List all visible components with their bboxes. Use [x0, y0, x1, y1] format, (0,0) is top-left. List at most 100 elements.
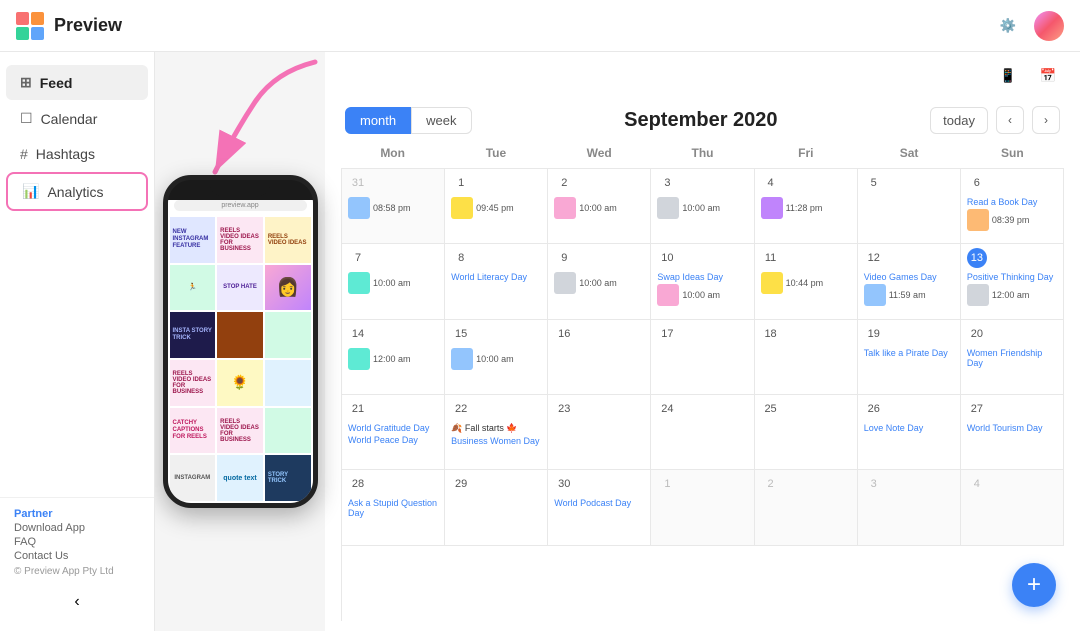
month-view-button[interactable]: month	[345, 107, 411, 134]
calendar-event: Positive Thinking Day	[967, 272, 1057, 282]
sidebar-collapse-button[interactable]: ‹	[0, 585, 154, 619]
footer-faq-link[interactable]: FAQ	[14, 536, 140, 548]
today-button[interactable]: today	[930, 107, 988, 134]
calendar-cell[interactable]: 22🍂 Fall starts 🍁Business Women Day	[445, 395, 548, 470]
calendar-event: 10:00 am	[554, 272, 644, 294]
calendar-toolbar: month week September 2020 today ‹ ›	[325, 92, 1080, 142]
phone-cell: REELS VIDEO IDEAS FOR BUSINESS	[217, 217, 263, 263]
calendar-cell[interactable]: 24	[651, 395, 754, 470]
add-fab-button[interactable]: +	[1012, 563, 1056, 607]
calendar-cell[interactable]: 1510:00 am	[445, 320, 548, 395]
calendar-icon: ☐	[20, 110, 33, 127]
calendar-event: Video Games Day	[864, 272, 954, 282]
calendar-cell[interactable]: 5	[858, 169, 961, 244]
day-name-wed: Wed	[548, 142, 651, 164]
phone-cell: STORY TRICK	[265, 455, 311, 501]
calendar-event: 09:45 pm	[451, 197, 541, 219]
calendar-cell[interactable]: 310:00 am	[651, 169, 754, 244]
calendar-cell[interactable]: 3108:58 pm	[342, 169, 445, 244]
phone-cell: REELS VIDEO IDEAS FOR BUSINESS	[170, 360, 216, 406]
calendar-cell[interactable]: 411:28 pm	[755, 169, 858, 244]
sidebar-item-calendar[interactable]: ☐ Calendar	[6, 101, 148, 136]
calendar-cell[interactable]: 109:45 pm	[445, 169, 548, 244]
calendar-cell[interactable]: 2	[755, 470, 858, 545]
calendar-body: 3108:58 pm109:45 pm210:00 am310:00 am411…	[341, 168, 1064, 621]
calendar-cell[interactable]: 10Swap Ideas Day10:00 am	[651, 244, 754, 319]
calendar-cell[interactable]: 21World Gratitude DayWorld Peace Day	[342, 395, 445, 470]
calendar-cell[interactable]: 1	[651, 470, 754, 545]
calendar-cell[interactable]: 30World Podcast Day	[548, 470, 651, 545]
footer-download-link[interactable]: Download App	[14, 522, 140, 534]
calendar-event: 12:00 am	[967, 284, 1057, 306]
next-month-button[interactable]: ›	[1032, 106, 1060, 134]
calendar-top-icons: 📱 📅	[992, 60, 1064, 92]
calendar-view-button[interactable]: 📅	[1032, 60, 1064, 92]
calendar-event: World Podcast Day	[554, 498, 644, 508]
sidebar-item-analytics[interactable]: 📊 Analytics	[6, 172, 148, 211]
avatar[interactable]	[1034, 11, 1064, 41]
calendar-cell[interactable]: 13Positive Thinking Day12:00 am	[961, 244, 1064, 319]
week-view-button[interactable]: week	[411, 107, 471, 134]
calendar-event: 12:00 am	[348, 348, 438, 370]
settings-button[interactable]: ⚙️	[992, 10, 1024, 42]
sidebar-label-feed: Feed	[40, 75, 73, 91]
calendar-cell[interactable]: 27World Tourism Day	[961, 395, 1064, 470]
header-right: ⚙️	[992, 10, 1064, 42]
day-name-sun: Sun	[961, 142, 1064, 164]
prev-month-button[interactable]: ‹	[996, 106, 1024, 134]
calendar-cell[interactable]: 210:00 am	[548, 169, 651, 244]
sidebar-footer: Partner Download App FAQ Contact Us © Pr…	[0, 497, 154, 585]
calendar-cell[interactable]: 26Love Note Day	[858, 395, 961, 470]
calendar-cell[interactable]: 16	[548, 320, 651, 395]
footer-partner-link[interactable]: Partner	[14, 508, 140, 520]
calendar-cell[interactable]: 8World Literacy Day	[445, 244, 548, 319]
calendar-cell[interactable]: 6Read a Book Day08:39 pm	[961, 169, 1064, 244]
day-name-fri: Fri	[754, 142, 857, 164]
calendar-cell[interactable]: 19Talk like a Pirate Day	[858, 320, 961, 395]
phone-notch	[210, 180, 270, 196]
calendar-cell[interactable]: 12Video Games Day11:59 am	[858, 244, 961, 319]
calendar-event: 10:44 pm	[761, 272, 851, 294]
calendar-cell[interactable]: 18	[755, 320, 858, 395]
calendar-event: 10:00 am	[451, 348, 541, 370]
phone-screen: preview.app NEW INSTAGRAM FEATURE REELS …	[168, 200, 313, 503]
app-header: Preview ⚙️	[0, 0, 1080, 52]
phone-cell	[265, 408, 311, 454]
calendar-nav: today ‹ ›	[930, 106, 1060, 134]
calendar-cell[interactable]: 910:00 am	[548, 244, 651, 319]
calendar-event: Women Friendship Day	[967, 348, 1057, 368]
calendar-cell[interactable]: 710:00 am	[342, 244, 445, 319]
phone-cell: REELS VIDEO IDEAS FOR BUSINESS	[217, 408, 263, 454]
calendar-event: 🍂 Fall starts 🍁	[451, 423, 541, 434]
calendar-cell[interactable]: 25	[755, 395, 858, 470]
main-layout: ⊞ Feed ☐ Calendar # Hashtags 📊 Analytics…	[0, 52, 1080, 631]
calendar-cell[interactable]: 17	[651, 320, 754, 395]
phone-cell: REELS VIDEO IDEAS	[265, 217, 311, 263]
calendar-cell[interactable]: 1412:00 am	[342, 320, 445, 395]
calendar-cell[interactable]: 4	[961, 470, 1064, 545]
phone-panel: preview.app NEW INSTAGRAM FEATURE REELS …	[155, 52, 325, 631]
calendar-top-bar: 📱 📅	[325, 52, 1080, 92]
sidebar-item-feed[interactable]: ⊞ Feed	[6, 65, 148, 100]
calendar-day-headers: Mon Tue Wed Thu Fri Sat Sun	[341, 142, 1064, 164]
phone-cell	[265, 360, 311, 406]
sidebar-label-calendar: Calendar	[41, 111, 98, 127]
calendar-event: Ask a Stupid Question Day	[348, 498, 438, 518]
sidebar-item-hashtags[interactable]: # Hashtags	[6, 137, 148, 171]
phone-cell: 🏃	[170, 265, 216, 311]
calendar-cell[interactable]: 23	[548, 395, 651, 470]
phone-cell	[217, 312, 263, 358]
calendar-cell[interactable]: 3	[858, 470, 961, 545]
footer-contact-link[interactable]: Contact Us	[14, 550, 140, 562]
feed-icon: ⊞	[20, 74, 32, 91]
content-area: preview.app NEW INSTAGRAM FEATURE REELS …	[155, 52, 1080, 631]
calendar-event: 10:00 am	[554, 197, 644, 219]
calendar-cell[interactable]: 28Ask a Stupid Question Day	[342, 470, 445, 545]
calendar-cell[interactable]: 1110:44 pm	[755, 244, 858, 319]
calendar-cell[interactable]: 29	[445, 470, 548, 545]
phone-view-button[interactable]: 📱	[992, 60, 1024, 92]
calendar-event: 10:00 am	[348, 272, 438, 294]
calendar-cell[interactable]: 20Women Friendship Day	[961, 320, 1064, 395]
day-name-sat: Sat	[857, 142, 960, 164]
sidebar-label-analytics: Analytics	[47, 184, 103, 200]
